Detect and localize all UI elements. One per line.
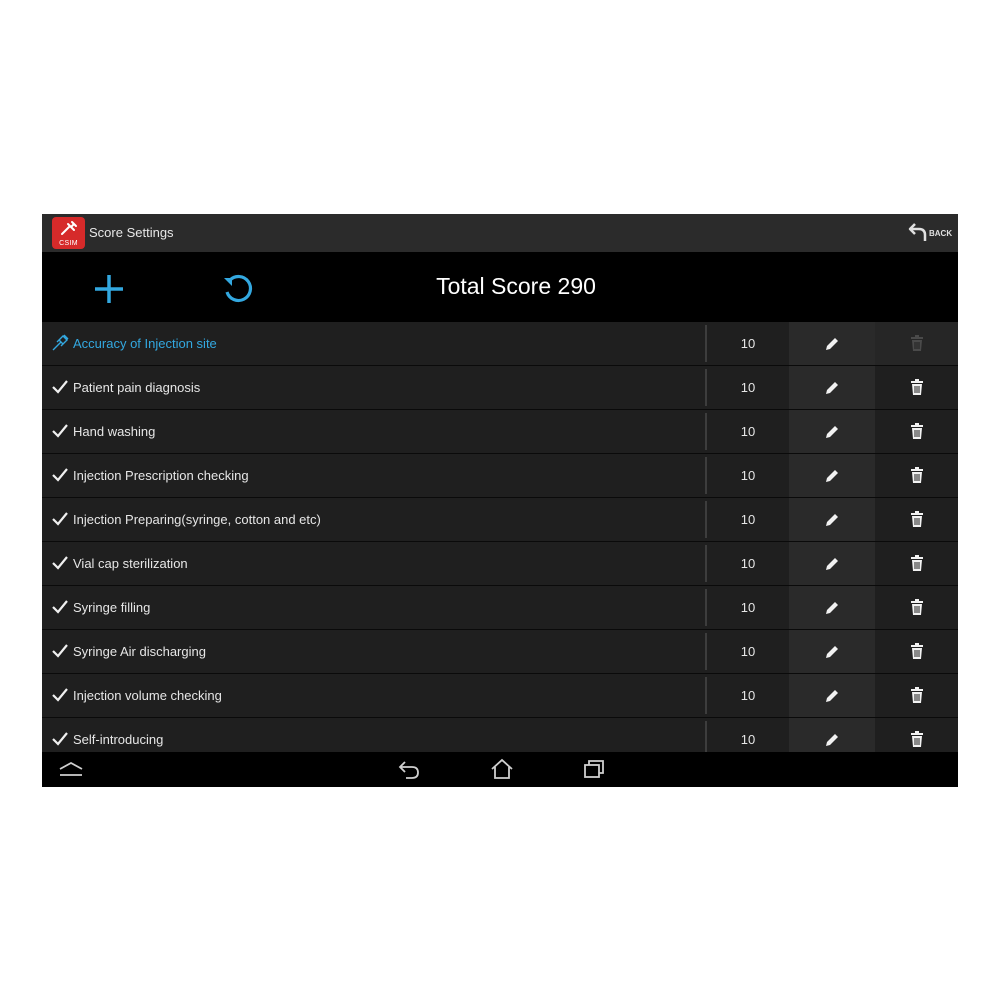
row-score[interactable]: 10 [707,630,789,673]
delete-button[interactable] [875,454,958,497]
table-row[interactable]: Vial cap sterilization 10 [42,542,958,586]
table-row[interactable]: Hand washing 10 [42,410,958,454]
pencil-icon [826,690,838,702]
row-score[interactable]: 10 [707,674,789,717]
pencil-icon [826,382,838,394]
row-label: Hand washing [73,424,156,439]
trash-icon [911,335,923,351]
row-label: Syringe filling [73,600,151,615]
row-score[interactable]: 10 [707,410,789,453]
check-icon [51,686,69,704]
edit-button[interactable] [789,410,875,453]
row-label: Syringe Air discharging [73,644,206,659]
delete-button[interactable] [875,630,958,673]
recent-apps-icon[interactable] [582,758,606,780]
check-icon [51,642,69,660]
trash-icon [911,731,923,747]
trash-icon [911,467,923,483]
row-score[interactable]: 10 [707,498,789,541]
delete-button[interactable] [875,542,958,585]
toolbar: Total Score 290 [42,252,958,322]
pencil-icon [826,426,838,438]
row-score[interactable]: 10 [707,586,789,629]
pencil-icon [826,558,838,570]
row-score[interactable]: 10 [707,322,789,365]
edit-button[interactable] [789,586,875,629]
home-icon[interactable] [490,757,514,781]
pencil-icon [826,734,838,746]
table-row[interactable]: Accuracy of Injection site 10 [42,322,958,366]
delete-button[interactable] [875,410,958,453]
edit-button[interactable] [789,542,875,585]
app-icon-label: CSIM [59,240,78,247]
check-icon [51,466,69,484]
row-label: Vial cap sterilization [73,556,188,571]
table-row[interactable]: Patient pain diagnosis 10 [42,366,958,410]
delete-button[interactable] [875,366,958,409]
delete-button [875,322,958,365]
page-title: Score Settings [89,225,174,240]
trash-icon [911,511,923,527]
tablet-screen: CSIM Score Settings BACK Total Score 290… [42,214,958,787]
table-row[interactable]: Syringe filling 10 [42,586,958,630]
pencil-icon [826,514,838,526]
check-icon [51,422,69,440]
edit-button[interactable] [789,498,875,541]
table-row[interactable]: Injection volume checking 10 [42,674,958,718]
total-score: Total Score 290 [436,273,596,299]
row-score[interactable]: 10 [707,366,789,409]
edit-button[interactable] [789,454,875,497]
row-score[interactable]: 10 [707,454,789,497]
system-nav-bar [42,752,958,787]
table-row[interactable]: Injection Preparing(syringe, cotton and … [42,498,958,542]
pencil-icon [826,470,838,482]
delete-button[interactable] [875,586,958,629]
back-button[interactable]: BACK [908,220,956,246]
back-arrow-icon [908,223,927,241]
edit-button[interactable] [789,674,875,717]
row-label: Accuracy of Injection site [73,336,217,351]
chevron-up-icon[interactable] [58,760,84,778]
trash-icon [911,643,923,659]
pencil-icon [826,602,838,614]
trash-icon [911,599,923,615]
syringe-icon [51,334,69,352]
back-label: BACK [929,229,953,238]
check-icon [51,510,69,528]
trash-icon [911,379,923,395]
edit-button[interactable] [789,322,875,365]
syringe-icon [61,221,77,235]
trash-icon [911,555,923,571]
delete-button[interactable] [875,674,958,717]
table-row[interactable]: Syringe Air discharging 10 [42,630,958,674]
table-row[interactable]: Injection Prescription checking 10 [42,454,958,498]
check-icon [51,730,69,748]
check-icon [51,598,69,616]
row-label: Injection Prescription checking [73,468,249,483]
row-label: Self-introducing [73,732,164,747]
trash-icon [911,687,923,703]
edit-button[interactable] [789,366,875,409]
nav-back-icon[interactable] [398,759,422,781]
action-bar: CSIM Score Settings BACK [42,214,958,253]
row-label: Injection volume checking [73,688,222,703]
row-label: Injection Preparing(syringe, cotton and … [73,512,321,527]
delete-button[interactable] [875,498,958,541]
check-icon [51,554,69,572]
row-score[interactable]: 10 [707,542,789,585]
row-label: Patient pain diagnosis [73,380,201,395]
check-icon [51,378,69,396]
pencil-icon [826,646,838,658]
pencil-icon [826,338,838,350]
trash-icon [911,423,923,439]
edit-button[interactable] [789,630,875,673]
app-icon: CSIM [52,217,85,249]
